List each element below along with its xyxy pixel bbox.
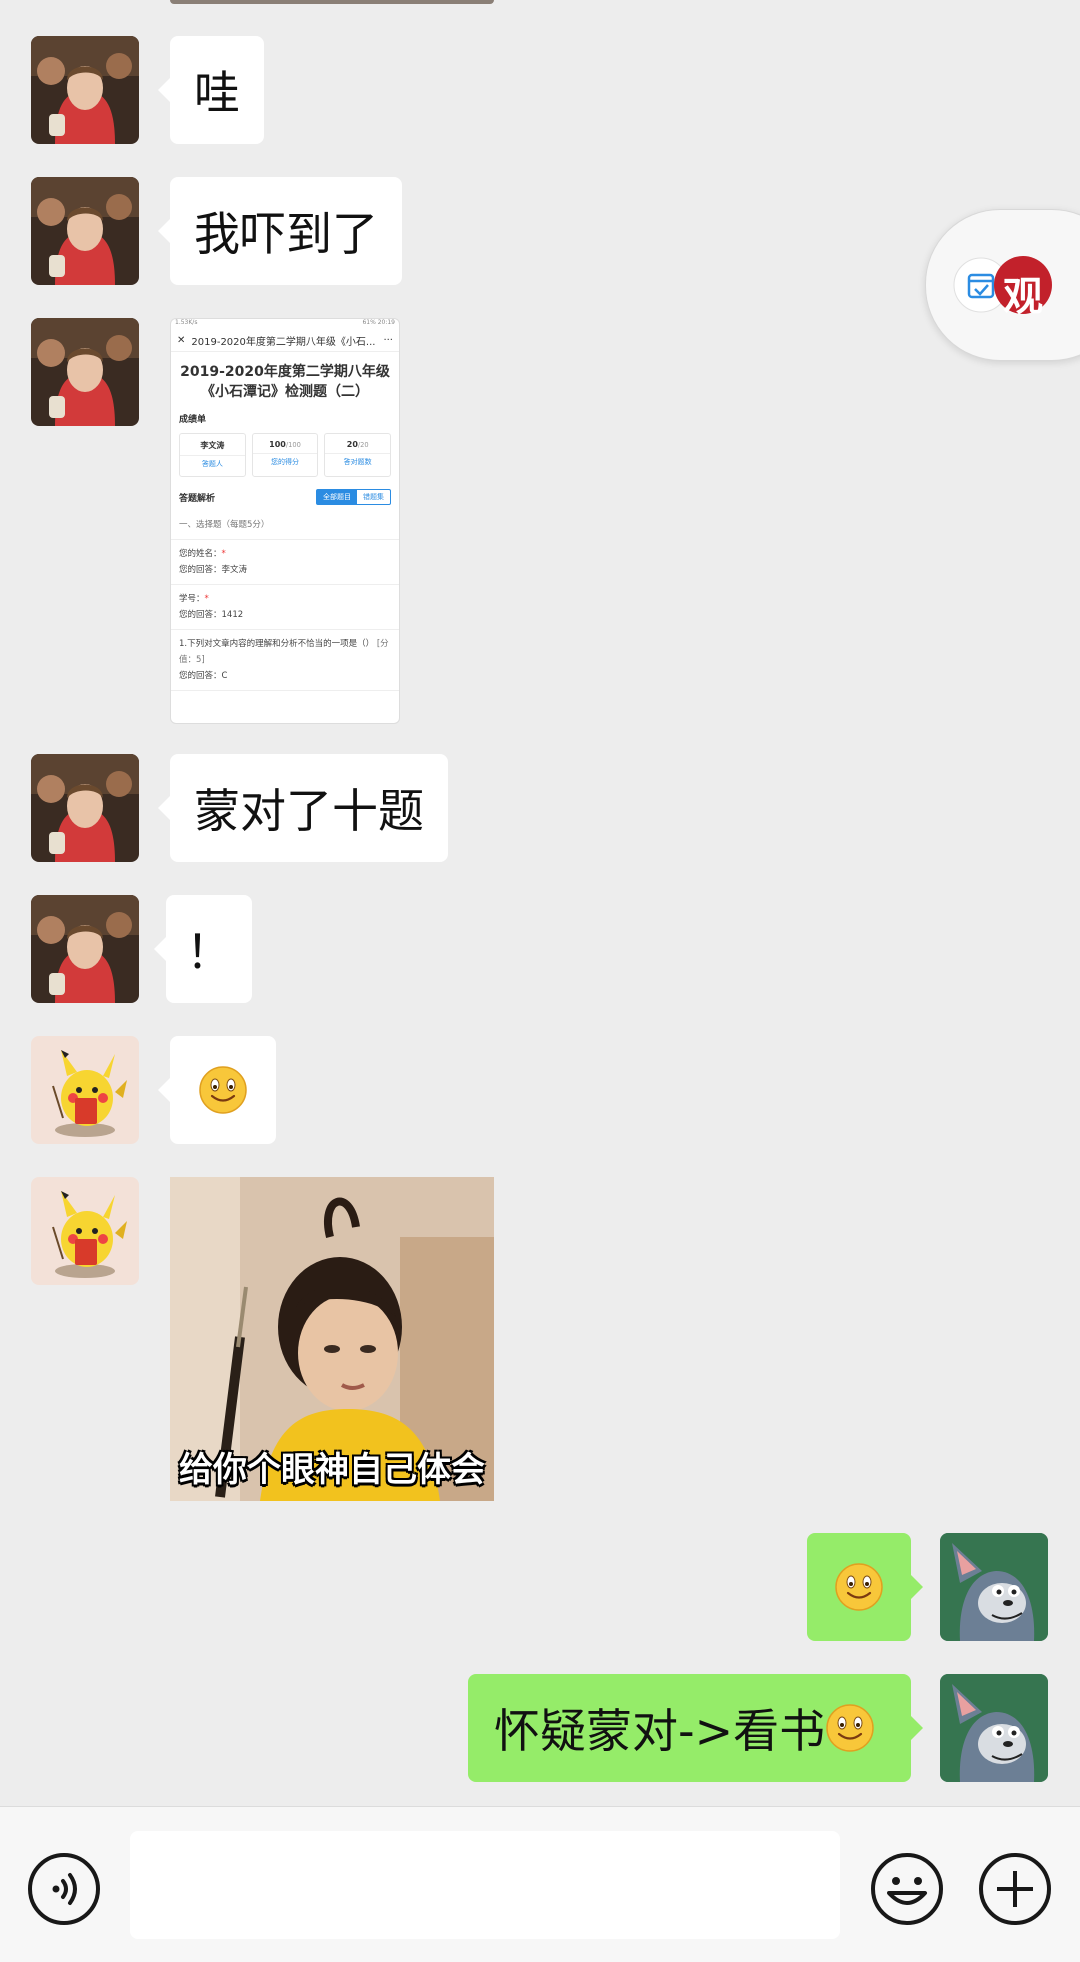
message-bubble[interactable]: 我吓到了 bbox=[158, 177, 402, 285]
card-sub: 答对题数 bbox=[325, 453, 391, 467]
screenshot-title: 2019-2020年度第二学期八年级《小石潭记》检测题（二） bbox=[180, 364, 390, 400]
smile-emoji-icon bbox=[834, 1562, 884, 1612]
friend-avatar[interactable] bbox=[31, 177, 139, 285]
screenshot-nav-title: 2019-2020年度第二学期八年级《小石... bbox=[191, 336, 376, 348]
message-bubble[interactable]: 蒙对了十题 bbox=[158, 754, 448, 862]
section-heading: 一、选择题（每题5分） bbox=[171, 511, 399, 540]
message-text: 我吓到了 bbox=[194, 207, 378, 261]
message-bubble[interactable]: 哇 bbox=[158, 36, 264, 144]
bubble-tail bbox=[911, 1575, 923, 1599]
voice-icon[interactable] bbox=[26, 1851, 102, 1927]
card-value: 100 bbox=[269, 440, 286, 449]
message-text: 哇 bbox=[194, 66, 240, 120]
question-id: 学号：* 您的回答：1412 bbox=[171, 585, 399, 630]
smile-emoji-icon bbox=[825, 1703, 875, 1753]
friend-avatar[interactable] bbox=[31, 36, 139, 144]
bubble-tail bbox=[158, 796, 170, 820]
my-message-bubble[interactable]: 怀疑蒙对->看书 bbox=[468, 1674, 923, 1782]
card-value: 李文涛 bbox=[200, 441, 225, 450]
answer-text: 您的回答：李文涛 bbox=[179, 565, 248, 575]
previous-image-edge bbox=[170, 0, 494, 4]
analysis-label: 答题解析 bbox=[179, 493, 216, 504]
screenshot-status-bar: 1.53K/s 61% 20:19 bbox=[171, 319, 399, 329]
status-left: 1.53K/s bbox=[175, 319, 198, 326]
answer-text: 您的回答：C bbox=[179, 671, 228, 681]
score-card: 100/100 您的得分 bbox=[251, 433, 319, 477]
card-sub: 您的得分 bbox=[252, 453, 318, 467]
friend-avatar[interactable] bbox=[31, 895, 139, 1003]
emoji-icon[interactable] bbox=[869, 1851, 945, 1927]
plus-icon[interactable] bbox=[977, 1851, 1053, 1927]
more-icon: ··· bbox=[383, 334, 393, 346]
guan-badge-icon: 观 bbox=[1003, 274, 1043, 320]
score-cards: 李文涛 答题人 100/100 您的得分 20/20 答对题数 bbox=[171, 433, 399, 477]
bubble-tail bbox=[158, 219, 170, 243]
my-avatar[interactable] bbox=[940, 1674, 1048, 1782]
bubble-tail bbox=[911, 1716, 923, 1740]
message-text: 怀疑蒙对->看书 bbox=[494, 1704, 826, 1758]
bubble-tail bbox=[158, 1078, 170, 1102]
card-value: 20 bbox=[346, 440, 358, 449]
card-total: /100 bbox=[285, 441, 301, 449]
close-icon: ✕ bbox=[177, 334, 186, 346]
message-text: 蒙对了十题 bbox=[194, 784, 424, 838]
seg-all: 全部题目 bbox=[317, 490, 357, 504]
message-input[interactable] bbox=[130, 1831, 840, 1939]
sticker-caption: 给你个眼神自己体会 bbox=[179, 1450, 485, 1490]
scorecard-label: 成绩单 bbox=[179, 415, 207, 425]
friend-avatar-pikachu[interactable] bbox=[31, 1177, 139, 1285]
card-total: /20 bbox=[357, 441, 369, 449]
card-sub: 答题人 bbox=[180, 455, 245, 469]
score-card: 20/20 答对题数 bbox=[324, 433, 392, 477]
bubble-tail bbox=[158, 78, 170, 102]
sticker-image[interactable]: 给你个眼神自己体会 bbox=[170, 1177, 494, 1501]
filter-segment: 全部题目 错题集 bbox=[316, 489, 391, 505]
analysis-row: 答题解析 全部题目 错题集 bbox=[171, 477, 399, 511]
message-text: ！ bbox=[186, 925, 232, 979]
question-text: 1.下列对文章内容的理解和分析不恰当的一项是（） bbox=[179, 639, 375, 649]
smile-emoji-icon bbox=[198, 1065, 248, 1115]
floating-window-widget[interactable]: 观 bbox=[925, 209, 1080, 361]
question-text: 学号： bbox=[179, 594, 205, 604]
friend-avatar[interactable] bbox=[31, 318, 139, 426]
score-card: 李文涛 答题人 bbox=[179, 433, 246, 477]
status-right: 61% 20:19 bbox=[362, 319, 395, 326]
friend-avatar-pikachu[interactable] bbox=[31, 1036, 139, 1144]
question-name: 您的姓名：* 您的回答：李文涛 bbox=[171, 540, 399, 585]
seg-wrong: 错题集 bbox=[363, 493, 384, 501]
chat-input-bar bbox=[0, 1806, 1080, 1962]
question-1: 1.下列对文章内容的理解和分析不恰当的一项是（） [分值：5] 您的回答：C bbox=[171, 630, 399, 691]
my-avatar[interactable] bbox=[940, 1533, 1048, 1641]
screenshot-nav: ✕ 2019-2020年度第二学期八年级《小石... ··· bbox=[171, 329, 399, 352]
message-bubble[interactable]: ！ bbox=[154, 895, 252, 1003]
answer-text: 您的回答：1412 bbox=[179, 610, 244, 620]
friend-avatar[interactable] bbox=[31, 754, 139, 862]
question-text: 您的姓名： bbox=[179, 549, 222, 559]
bubble-tail bbox=[154, 937, 166, 961]
message-bubble[interactable] bbox=[158, 1036, 276, 1144]
image-message-screenshot[interactable]: 1.53K/s 61% 20:19 ✕ 2019-2020年度第二学期八年级《小… bbox=[170, 318, 400, 724]
my-message-bubble[interactable] bbox=[807, 1533, 923, 1641]
